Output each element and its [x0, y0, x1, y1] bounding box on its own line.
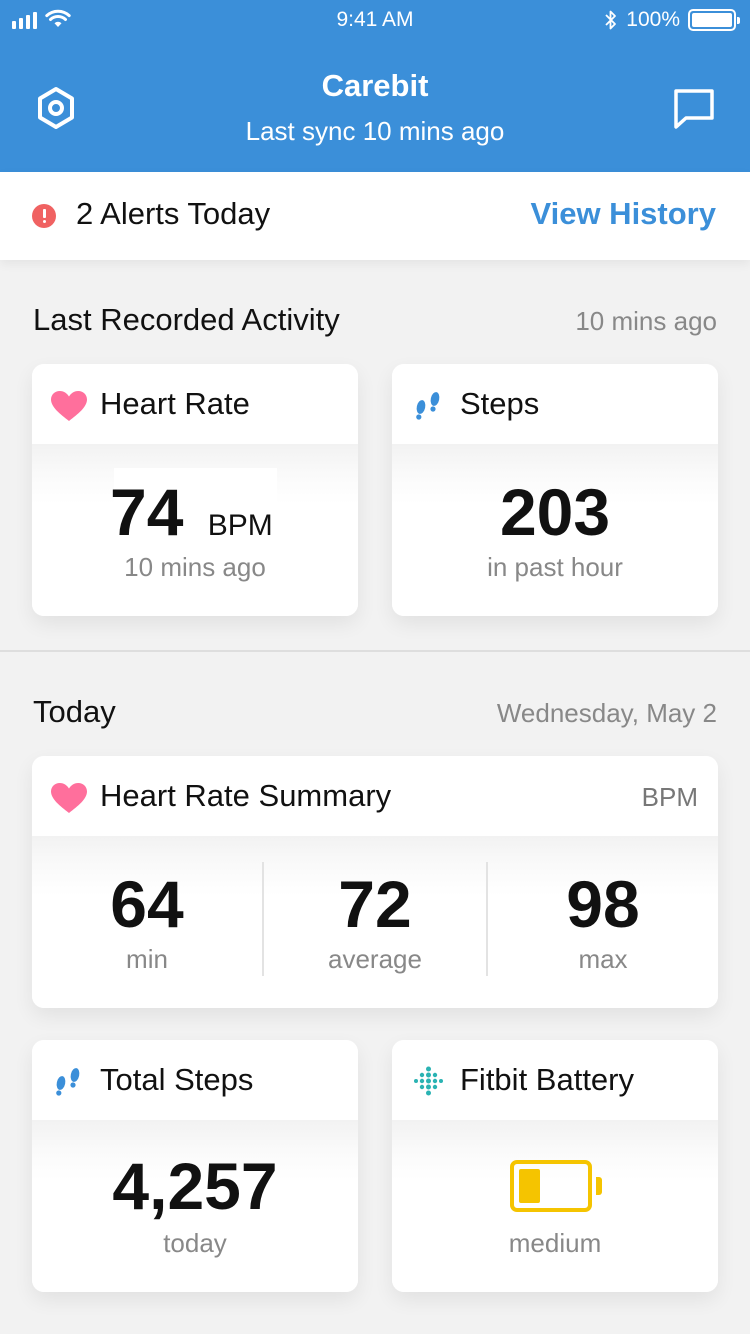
- fitbit-logo-icon: [414, 1066, 443, 1096]
- heart-rate-unit: BPM: [207, 509, 273, 542]
- card-title: Steps: [460, 386, 540, 421]
- heart-rate-summary-card[interactable]: Heart Rate Summary BPM 64 min 72 average…: [32, 756, 718, 1008]
- stat-min: 64 min: [32, 836, 262, 1006]
- footsteps-icon: [56, 1068, 80, 1096]
- stat-average: 72 average: [264, 836, 486, 1006]
- heart-icon: [51, 391, 87, 421]
- last-activity-title: Last Recorded Activity: [33, 302, 340, 337]
- battery-percent: 100%: [626, 8, 680, 31]
- messages-button[interactable]: [672, 88, 716, 130]
- total-steps-value: 4,257: [112, 1149, 278, 1223]
- heart-rate-caption: 10 mins ago: [124, 552, 266, 582]
- stat-max: 98 max: [488, 836, 718, 1006]
- card-header: Total Steps: [32, 1040, 358, 1120]
- heart-icon: [51, 783, 87, 813]
- stat-value: 98: [566, 867, 640, 941]
- stat-value: 64: [110, 867, 184, 941]
- battery-status-icon: [688, 9, 740, 31]
- card-title: Total Steps: [100, 1062, 254, 1097]
- app-header: 9:41 AM 100% Carebit Last sync 10 mins a…: [0, 0, 750, 172]
- alert-icon: [32, 204, 56, 228]
- heart-rate-card[interactable]: Heart Rate 74 BPM 10 mins ago: [32, 364, 358, 616]
- alerts-count: 2 Alerts Today: [76, 196, 271, 231]
- section-divider: [0, 650, 750, 652]
- total-steps-card[interactable]: Total Steps 4,257 today: [32, 1040, 358, 1292]
- last-sync-text: Last sync 10 mins ago: [245, 116, 505, 146]
- status-bar: 9:41 AM 100%: [0, 0, 750, 40]
- steps-value: 203: [499, 475, 611, 549]
- status-right: 100%: [604, 8, 740, 32]
- heart-rate-value: 74: [110, 475, 184, 549]
- card-body: 74 BPM 10 mins ago: [32, 444, 358, 616]
- today-title: Today: [33, 694, 116, 729]
- summary-unit: BPM: [641, 782, 698, 812]
- card-body: medium: [392, 1120, 718, 1292]
- stat-label: max: [578, 944, 628, 974]
- total-steps-caption: today: [163, 1228, 227, 1258]
- app-title: Carebit: [321, 68, 429, 103]
- card-title: Heart Rate: [100, 386, 250, 421]
- card-title: Fitbit Battery: [460, 1062, 634, 1097]
- footsteps-icon: [416, 392, 440, 420]
- steps-card[interactable]: Steps 203 in past hour: [392, 364, 718, 616]
- card-header: Heart Rate Summary BPM: [32, 756, 718, 836]
- chat-bubble-icon: [674, 89, 714, 129]
- battery-tip: [596, 1177, 602, 1195]
- heart-rate-value-row: 74 BPM: [32, 474, 358, 550]
- battery-level-icon: [510, 1160, 592, 1212]
- card-header: Fitbit Battery: [392, 1040, 718, 1120]
- card-body: 203 in past hour: [392, 444, 718, 616]
- battery-level-fill: [519, 1169, 541, 1203]
- fitbit-battery-card[interactable]: Fitbit Battery medium: [392, 1040, 718, 1292]
- card-header: Steps: [392, 364, 718, 444]
- stat-label: average: [328, 944, 422, 974]
- view-history-link[interactable]: View History: [530, 196, 716, 232]
- last-activity-time: 10 mins ago: [575, 306, 717, 336]
- card-body: 4,257 today: [32, 1120, 358, 1292]
- bluetooth-icon: [605, 10, 617, 30]
- steps-caption: in past hour: [487, 552, 623, 582]
- card-title: Heart Rate Summary: [100, 778, 392, 813]
- stat-label: min: [126, 944, 168, 974]
- today-date: Wednesday, May 2: [496, 698, 717, 728]
- card-header: Heart Rate: [32, 364, 358, 444]
- battery-caption: medium: [508, 1228, 602, 1258]
- stat-value: 72: [338, 867, 412, 941]
